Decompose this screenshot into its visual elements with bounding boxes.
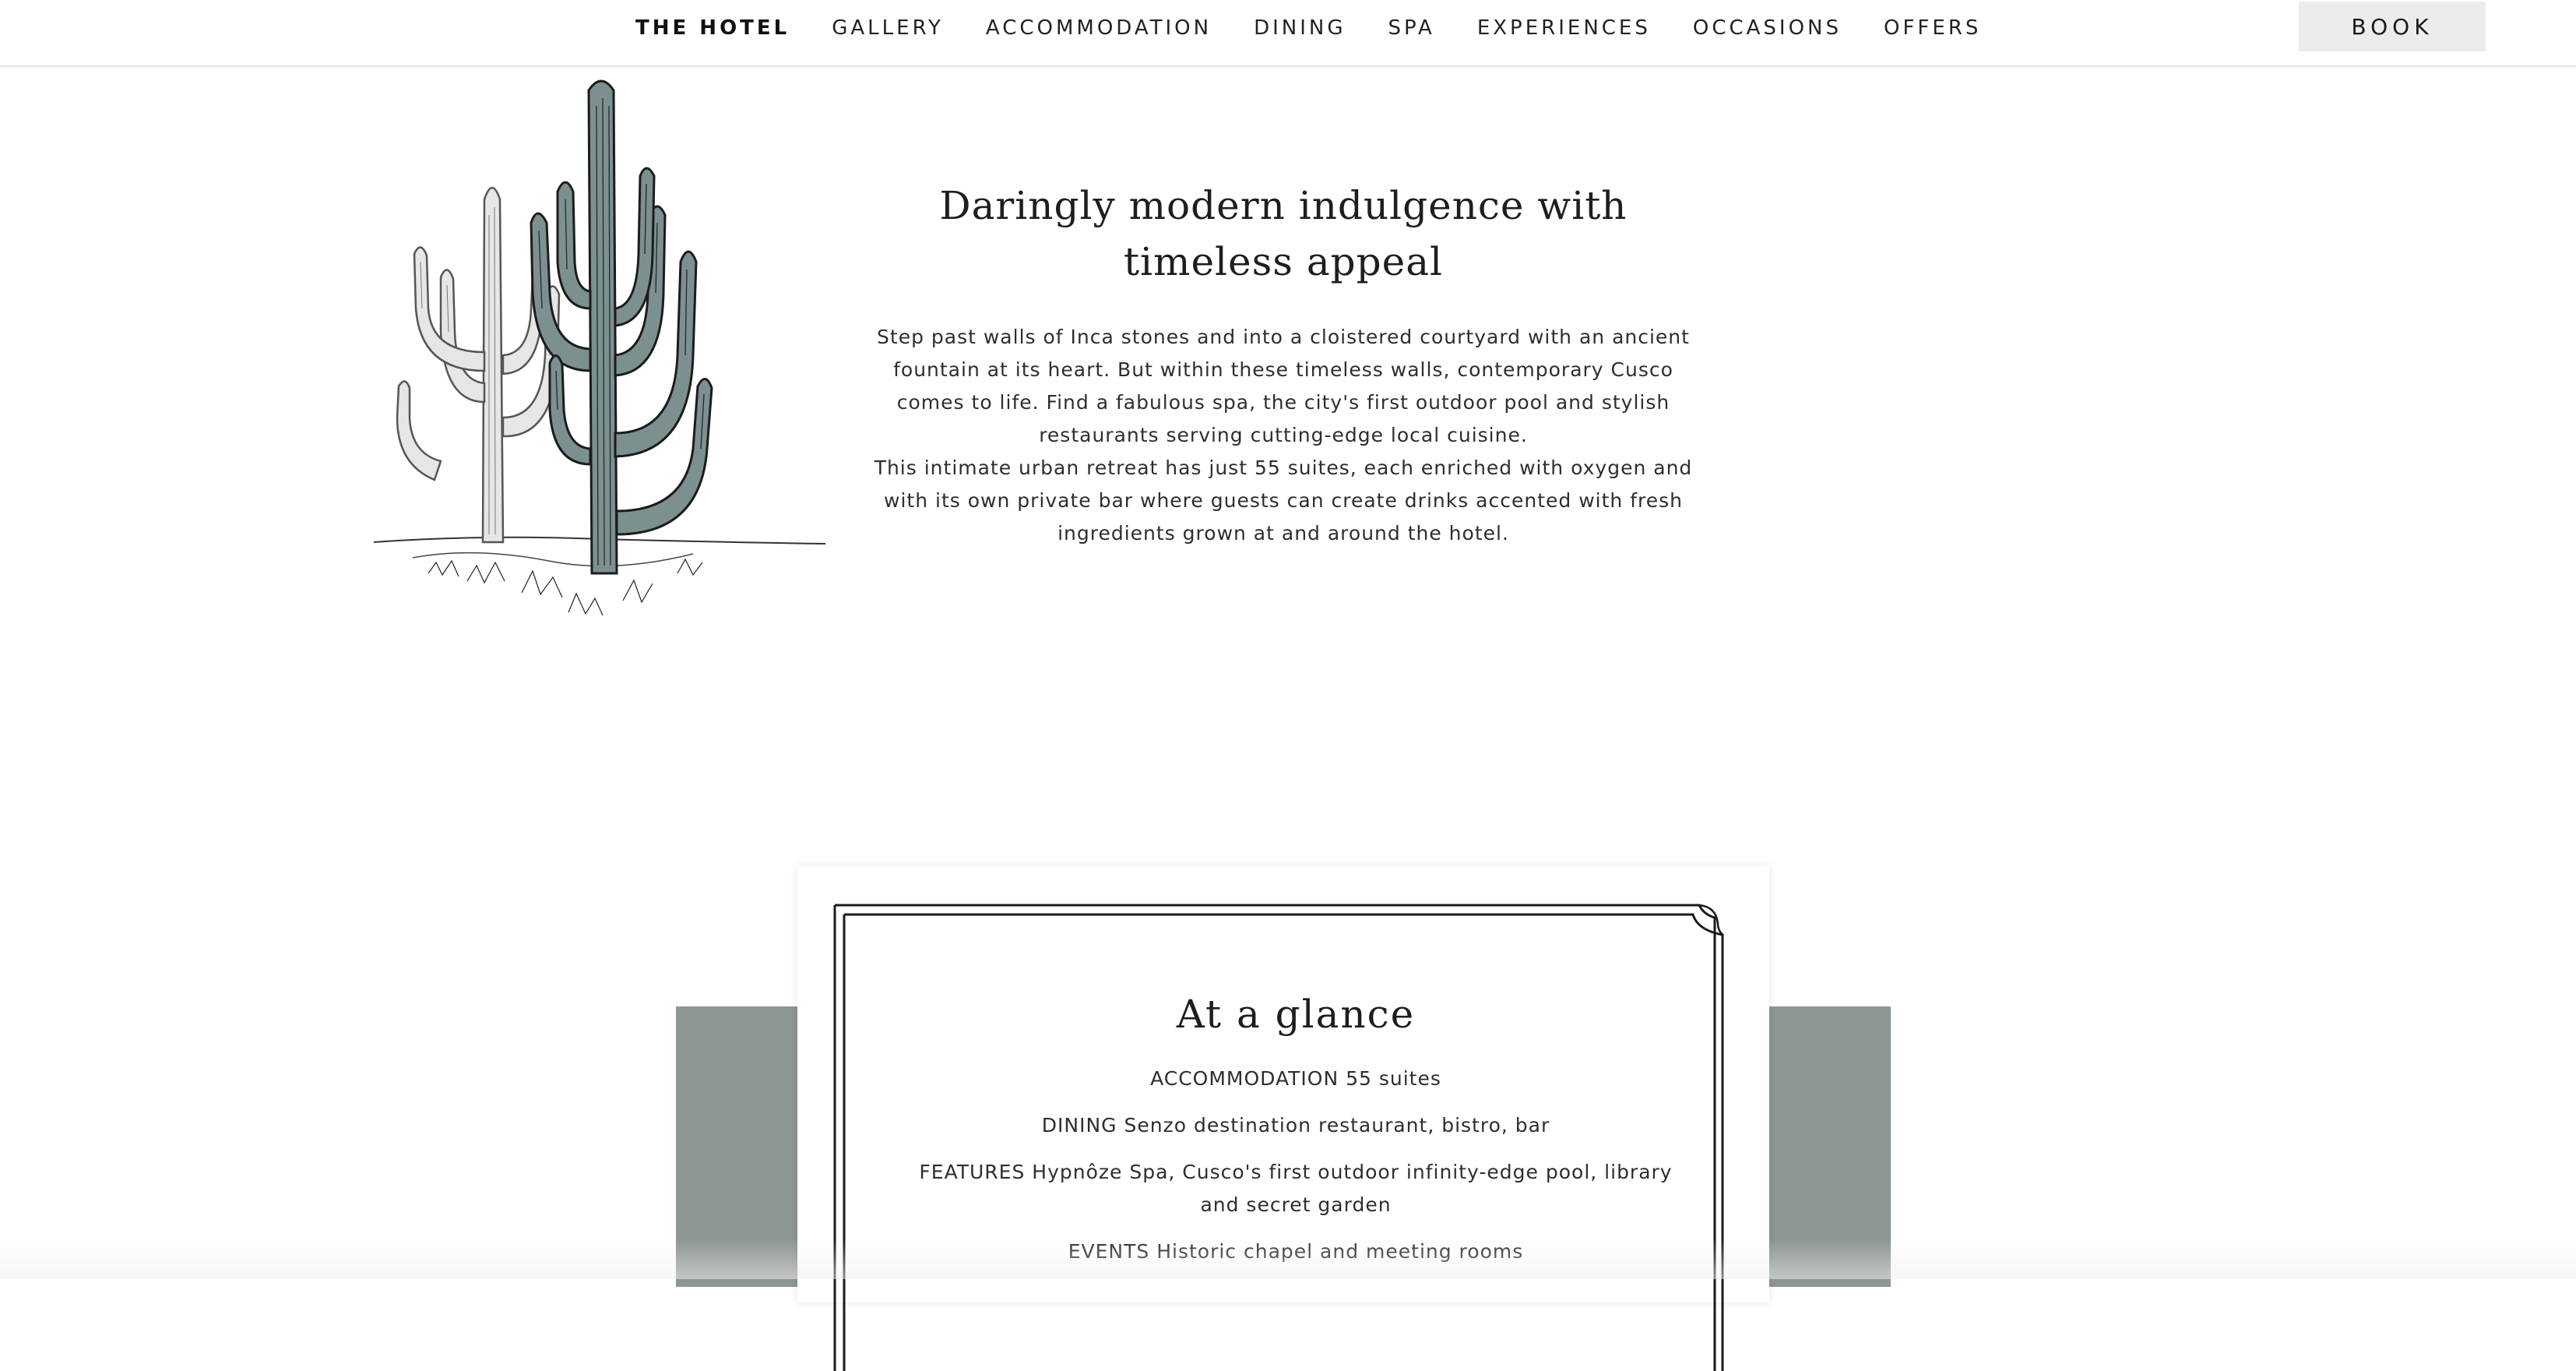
book-button[interactable]: BOOK xyxy=(2299,2,2486,51)
glance-item-accommodation: ACCOMMODATION 55 suites xyxy=(1150,1067,1441,1090)
intro-body: Step past walls of Inca stones and into … xyxy=(857,321,1710,550)
nav-item-dining[interactable]: DINING xyxy=(1254,16,1346,40)
nav-item-the-hotel[interactable]: THE HOTEL xyxy=(635,16,790,40)
main-nav: THE HOTEL GALLERY ACCOMMODATION DINING S… xyxy=(635,16,1981,41)
nav-item-offers[interactable]: OFFERS xyxy=(1884,16,1981,40)
nav-item-occasions[interactable]: OCCASIONS xyxy=(1693,16,1842,40)
nav-item-gallery[interactable]: GALLERY xyxy=(832,16,944,40)
top-navigation-bar: THE HOTEL GALLERY ACCOMMODATION DINING S… xyxy=(0,0,2576,67)
glance-title: At a glance xyxy=(1176,992,1416,1037)
glance-item-dining: DINING Senzo destination restaurant, bis… xyxy=(1041,1114,1550,1137)
nav-item-accommodation[interactable]: ACCOMMODATION xyxy=(986,16,1212,40)
glance-content: At a glance ACCOMMODATION 55 suites DINI… xyxy=(906,989,1685,1282)
cactus-illustration xyxy=(373,79,826,616)
intro-heading: Daringly modern indulgence with timeless… xyxy=(939,183,1628,284)
glance-list: ACCOMMODATION 55 suites DINING Senzo des… xyxy=(906,1063,1685,1268)
intro-paragraph: This intimate urban retreat has just 55 … xyxy=(874,456,1693,545)
glance-item-features: FEATURES Hypnôze Spa, Cusco's first outd… xyxy=(919,1161,1673,1216)
glance-item-events: EVENTS Historic chapel and meeting rooms xyxy=(1068,1240,1524,1263)
intro-section: Daringly modern indulgence with timeless… xyxy=(857,178,1710,550)
intro-paragraph: Step past walls of Inca stones and into … xyxy=(877,326,1690,446)
at-a-glance-card: At a glance ACCOMMODATION 55 suites DINI… xyxy=(797,866,1769,1371)
nav-item-experiences[interactable]: EXPERIENCES xyxy=(1477,16,1651,40)
nav-item-spa[interactable]: SPA xyxy=(1388,16,1435,40)
